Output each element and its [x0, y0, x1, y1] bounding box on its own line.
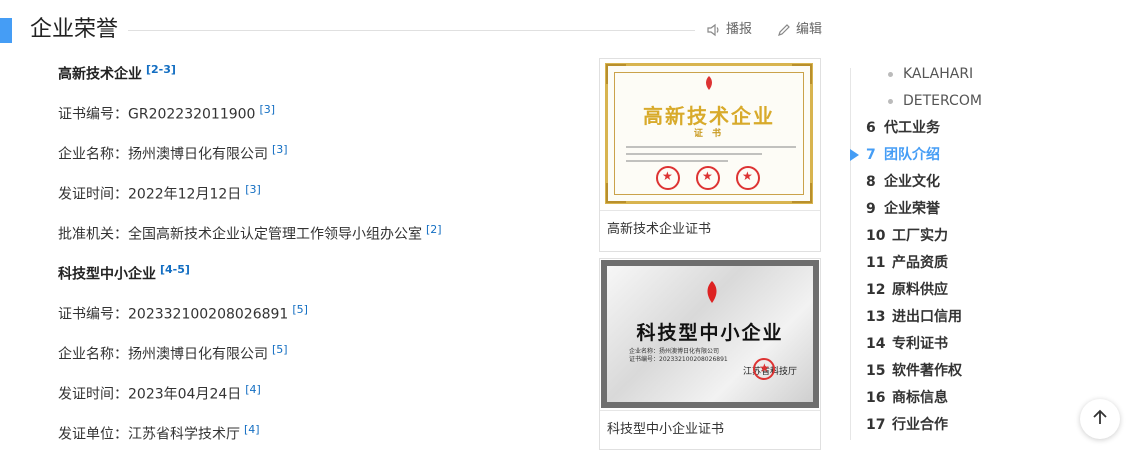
edit-button[interactable]: 编辑 — [777, 21, 822, 39]
toc-item-10[interactable]: 10 工厂实力 — [866, 226, 948, 246]
entry-row: 证书编号：202332100208026891 [5] — [58, 303, 308, 323]
seal-icon — [696, 166, 720, 190]
emblem-icon — [703, 280, 721, 308]
toc-item-12[interactable]: 12 原料供应 — [866, 280, 948, 300]
entry-heading: 科技型中小企业 [4-5] — [58, 263, 190, 283]
emblem-icon — [702, 75, 716, 91]
citation-link[interactable]: [3] — [245, 183, 261, 196]
entry-row: 企业名称：扬州澳博日化有限公司 [5] — [58, 343, 288, 363]
speaker-icon — [707, 23, 721, 37]
active-indicator-icon — [850, 149, 859, 161]
toc-item-14[interactable]: 14 专利证书 — [866, 334, 948, 354]
entry-row: 企业名称：扬州澳博日化有限公司 [3] — [58, 143, 288, 163]
toc-item-13[interactable]: 13 进出口信用 — [866, 307, 962, 327]
play-button[interactable]: 播报 — [707, 21, 752, 39]
entry-row: 批准机关：全国高新技术企业认定管理工作领导小组办公室 [2] — [58, 223, 442, 243]
certificate-image[interactable]: 高新技术企业 证 书 — [600, 59, 820, 211]
toc-divider — [850, 68, 851, 440]
figure-caption: 高新技术企业证书 — [607, 222, 712, 237]
seal-icon — [656, 166, 680, 190]
back-to-top-button[interactable] — [1080, 399, 1120, 439]
section-accent-bar — [0, 18, 12, 43]
certificate-details: 企业名称：扬州澳博日化有限公司 证书编号：202332100208026891 — [629, 348, 728, 363]
citation-link[interactable]: [3] — [272, 143, 288, 156]
toc-item-17[interactable]: 17 行业合作 — [866, 415, 948, 435]
toc-subitem[interactable]: DETERCOM — [888, 91, 982, 111]
certificate-subtitle: 证 书 — [693, 129, 725, 139]
title-divider — [128, 30, 695, 31]
seal-icon — [753, 358, 775, 380]
play-label: 播报 — [726, 22, 753, 37]
section-title: 企业荣誉 — [30, 17, 119, 42]
entry-row: 发证单位：江苏省科学技术厅 [4] — [58, 423, 260, 443]
certificate-title: 科技型中小企业 — [636, 322, 784, 344]
citation-link[interactable]: [2] — [426, 223, 442, 236]
toc-item-15[interactable]: 15 软件著作权 — [866, 361, 962, 381]
certificate-title: 高新技术企业 — [643, 104, 775, 128]
toc-item-16[interactable]: 16 商标信息 — [866, 388, 948, 408]
entry-heading: 高新技术企业 [2-3] — [58, 63, 176, 83]
toc-item-11[interactable]: 11 产品资质 — [866, 253, 948, 273]
citation-link[interactable]: [5] — [292, 303, 308, 316]
citation-link[interactable]: [4-5] — [160, 263, 190, 276]
toc-item-6[interactable]: 6 代工业务 — [866, 118, 940, 138]
pencil-icon — [777, 23, 791, 37]
entry-row: 证书编号：GR202232011900 [3] — [58, 103, 276, 123]
certificate-body-lines — [626, 146, 796, 167]
toc-subitem[interactable]: KALAHARI — [887, 64, 973, 84]
toc-item-7[interactable]: 7 团队介绍 — [866, 145, 940, 165]
entry-row: 发证时间：2023年04月24日 [4] — [58, 383, 261, 403]
citation-link[interactable]: [3] — [259, 103, 275, 116]
edit-label: 编辑 — [796, 22, 823, 37]
figure-high-tech-certificate[interactable]: 高新技术企业 证 书 高新技术企业证书 — [599, 58, 821, 252]
certificate-image[interactable]: 科技型中小企业 企业名称：扬州澳博日化有限公司 证书编号：20233210020… — [600, 259, 820, 411]
toc-item-8[interactable]: 8 企业文化 — [866, 172, 940, 192]
seal-icon — [736, 166, 760, 190]
toc-item-9[interactable]: 9 企业荣誉 — [866, 199, 940, 219]
figure-sme-certificate[interactable]: 科技型中小企业 企业名称：扬州澳博日化有限公司 证书编号：20233210020… — [599, 258, 821, 450]
citation-link[interactable]: [4] — [244, 423, 260, 436]
citation-link[interactable]: [5] — [272, 343, 288, 356]
citation-link[interactable]: [4] — [245, 383, 261, 396]
citation-link[interactable]: [2-3] — [146, 63, 176, 76]
entry-row: 发证时间：2022年12月12日 [3] — [58, 183, 261, 203]
figure-caption: 科技型中小企业证书 — [607, 422, 725, 437]
arrow-up-icon — [1091, 408, 1109, 430]
